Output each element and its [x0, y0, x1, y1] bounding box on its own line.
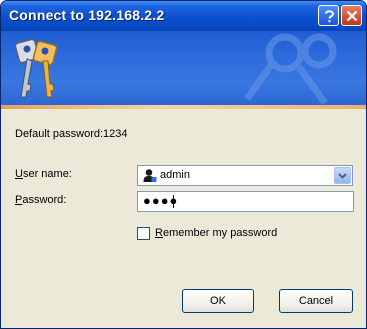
user-account-icon	[143, 169, 157, 182]
window-title: Connect to 192.168.2.2	[9, 7, 165, 23]
username-combobox[interactable]: admin	[137, 165, 353, 186]
remember-password-label[interactable]: Remember my password	[155, 227, 277, 239]
username-label-mnemonic: U	[15, 168, 23, 180]
username-value: admin	[160, 169, 190, 181]
password-label-text: assword:	[22, 194, 67, 206]
close-button[interactable]	[341, 5, 362, 26]
username-label-text: ser name:	[22, 168, 72, 180]
close-x-icon	[346, 10, 358, 22]
login-dialog: Connect to 192.168.2.2 Default password:…	[0, 0, 367, 329]
help-button[interactable]	[318, 5, 339, 26]
password-label: Password:	[15, 194, 66, 206]
keys-icon	[15, 38, 58, 98]
password-field[interactable]: ●●●●	[137, 191, 354, 212]
username-label: User name:	[15, 168, 72, 180]
ok-button[interactable]: OK	[182, 289, 254, 313]
remember-label-text: emember my password	[162, 227, 278, 239]
username-dropdown-button[interactable]	[334, 167, 351, 184]
title-bar[interactable]: Connect to 192.168.2.2	[1, 1, 366, 31]
remember-label-mnemonic: R	[155, 227, 163, 239]
cancel-button[interactable]: Cancel	[279, 289, 353, 313]
default-password-note: Default password:1234	[15, 128, 128, 140]
text-caret	[173, 195, 174, 208]
chevron-down-icon	[338, 173, 347, 179]
question-mark-icon	[325, 10, 335, 23]
remember-password-checkbox[interactable]	[137, 227, 150, 240]
keys-watermark-icon	[244, 33, 337, 105]
